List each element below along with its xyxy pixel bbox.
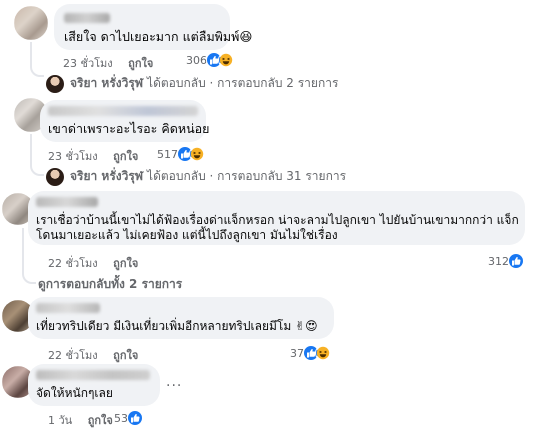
comment-time[interactable]: 1 วัน xyxy=(48,414,72,427)
comment-meta: 23 ชั่วโมง ถูกใจ xyxy=(48,147,150,165)
like-button[interactable]: ถูกใจ xyxy=(113,349,138,362)
thread-connector xyxy=(30,134,44,176)
comment-time[interactable]: 23 ชั่วโมง xyxy=(48,150,98,163)
haha-icon xyxy=(189,146,205,162)
comment-bubble: เราเชื่อว่าบ้านนี้เขาไม่ได้ฟ้องเรื่องด่า… xyxy=(28,191,525,245)
commenter-name-redacted[interactable] xyxy=(36,370,150,380)
commenter-name-redacted[interactable] xyxy=(36,303,100,313)
reaction-count: 53 xyxy=(114,411,128,425)
view-replies-link[interactable]: ดูการตอบกลับทั้ง 2 รายการ xyxy=(38,275,182,294)
reply-author-avatar xyxy=(46,167,64,186)
thread-connector xyxy=(30,42,44,77)
like-button[interactable]: ถูกใจ xyxy=(113,257,138,270)
like-button[interactable]: ถูกใจ xyxy=(128,57,153,70)
comment-bubble: เขาด่าเพราะอะไรอะ คิดหน่อย xyxy=(40,100,210,142)
comment-text: เสียใจ ดาไปเยอะมาก แต่ลืมพิมพ์😆 xyxy=(64,29,253,44)
reaction-summary[interactable]: 53 xyxy=(114,410,143,426)
reply-author: จริยา หรั่งวิรุฬ xyxy=(70,169,144,183)
comment-meta: 22 ชั่วโมง ถูกใจ xyxy=(48,254,150,272)
comment-text: เขาด่าเพราะอะไรอะ คิดหน่อย xyxy=(48,121,210,136)
view-replies-label: ดูการตอบกลับทั้ง 2 รายการ xyxy=(38,277,183,291)
like-icon xyxy=(508,253,524,269)
reply-summary[interactable]: จริยา หรั่งวิรุฬ ได้ตอบกลับ · การตอบกลับ… xyxy=(46,167,346,186)
commenter-name-redacted[interactable] xyxy=(36,197,98,207)
reaction-count: 517 xyxy=(157,147,178,161)
commenter-name-redacted[interactable] xyxy=(48,106,198,116)
more-options-icon[interactable]: ... xyxy=(166,374,182,390)
haha-icon xyxy=(315,345,331,361)
comment-text-line2: โดนมาเยอะแล้ว ไม่เคยฟ้อง แต่นี้ไปถึงลูกเ… xyxy=(36,228,338,242)
reaction-count: 37 xyxy=(290,346,304,360)
comment-time[interactable]: 22 ชั่วโมง xyxy=(48,349,98,362)
reaction-summary[interactable]: 37 xyxy=(290,345,331,361)
reaction-summary[interactable]: 312 xyxy=(488,253,524,269)
like-button[interactable]: ถูกใจ xyxy=(113,150,138,163)
reaction-count: 312 xyxy=(488,254,509,268)
like-button[interactable]: ถูกใจ xyxy=(88,414,113,427)
reaction-count: 306 xyxy=(186,53,207,67)
commenter-avatar[interactable] xyxy=(14,6,48,40)
thread-connector xyxy=(22,228,36,284)
comment-bubble: เสียใจ ดาไปเยอะมาก แต่ลืมพิมพ์😆 xyxy=(54,4,252,50)
reply-summary[interactable]: จริยา หรั่งวิรุฬ ได้ตอบกลับ · การตอบกลับ… xyxy=(46,74,338,93)
like-icon xyxy=(127,410,143,426)
comment-time[interactable]: 23 ชั่วโมง xyxy=(63,57,113,70)
reply-author: จริยา หรั่งวิรุฬ xyxy=(70,76,144,90)
reaction-summary[interactable]: 517 xyxy=(157,146,205,162)
comment-meta: 22 ชั่วโมง ถูกใจ xyxy=(48,346,150,364)
comment-meta: 23 ชั่วโมง ถูกใจ xyxy=(63,54,165,72)
comment-time[interactable]: 22 ชั่วโมง xyxy=(48,257,98,270)
haha-icon xyxy=(218,52,234,68)
reply-count: ได้ตอบกลับ · การตอบกลับ 31 รายการ xyxy=(147,169,347,183)
reply-count: ได้ตอบกลับ · การตอบกลับ 2 รายการ xyxy=(147,76,339,90)
commenter-name-redacted[interactable] xyxy=(64,13,110,23)
comment-bubble: เที่ยวทริปเดียว มีเงินเที่ยวเพิ่มอีกหลาย… xyxy=(28,297,334,339)
comment-bubble: จัดให้หนักๆเลย xyxy=(28,364,160,406)
comment-text: จัดให้หนักๆเลย xyxy=(36,386,113,400)
reply-author-avatar xyxy=(46,74,64,93)
comment-text: เที่ยวทริปเดียว มีเงินเที่ยวเพิ่มอีกหลาย… xyxy=(36,319,318,333)
reaction-summary[interactable]: 306 xyxy=(186,52,234,68)
